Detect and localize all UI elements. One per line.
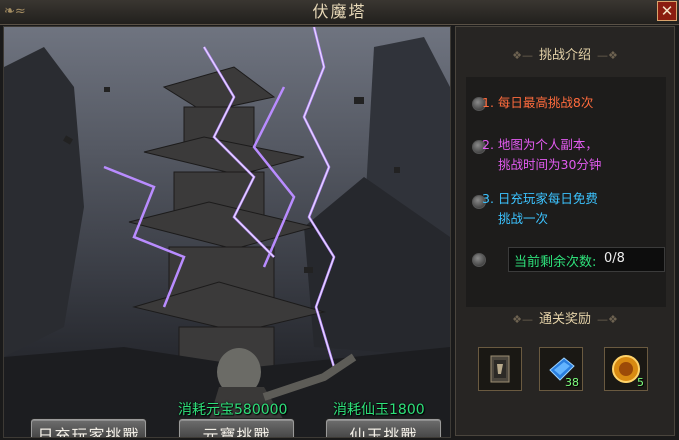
window-title: 伏魔塔 — [312, 2, 367, 21]
reward-section-title: ❖— 通关奖励 —❖ — [456, 310, 674, 330]
intro-section-title: ❖— 挑战介绍 —❖ — [456, 46, 674, 66]
remaining-label: 当前剩余次数: — [514, 255, 597, 270]
rule-3-line1: 3. 日充玩家每日免费 — [482, 191, 598, 206]
xianyu-challenge-button[interactable]: 仙玉挑戰 — [326, 419, 441, 437]
bullet-icon — [472, 253, 486, 267]
reward-slot-2[interactable]: 38 — [539, 347, 583, 391]
yuanbao-challenge-button[interactable]: 元寶挑戰 — [179, 419, 294, 437]
fumota-window: ❧≈ 伏魔塔 ✕ 消耗元宝580000 消耗仙玉1800 日充玩家挑戰 元寶挑戰… — [0, 0, 679, 440]
reward-3-count: 5 — [637, 376, 644, 389]
reward-2-count: 38 — [565, 376, 579, 389]
rule-3-line2: 挑战一次 — [498, 211, 549, 226]
scroll-item-icon — [490, 355, 510, 383]
ornament-icon: —❖ — [597, 49, 618, 62]
reward-slot-1[interactable] — [478, 347, 522, 391]
reward-title-text: 通关奖励 — [538, 312, 591, 327]
intro-title-text: 挑战介绍 — [538, 48, 591, 63]
rule-2-line1: 2. 地图为个人副本， — [482, 137, 598, 152]
tower-scene-art: 消耗元宝580000 消耗仙玉1800 日充玩家挑戰 元寶挑戰 仙玉挑戰 — [3, 26, 451, 438]
remaining-value: 0/8 — [604, 251, 625, 266]
tower-illustration — [4, 27, 450, 437]
rule-3: 3. 日充玩家每日免费 挑战一次 — [482, 189, 598, 229]
rule-2-line2: 挑战时间为30分钟 — [498, 157, 602, 172]
info-panel: ❖— 挑战介绍 —❖ 1. 每日最高挑战8次 2. 地图为个人副本， 挑战时间为30… — [455, 26, 675, 436]
xianyu-cost-label: 消耗仙玉1800 — [333, 402, 425, 418]
recharge-challenge-button[interactable]: 日充玩家挑戰 — [31, 419, 146, 437]
ornament-icon: ❖— — [512, 313, 533, 326]
title-bar: ❧≈ 伏魔塔 ✕ — [0, 0, 679, 25]
rule-1-line1: 1. 每日最高挑战8次 — [482, 95, 594, 110]
rule-1: 1. 每日最高挑战8次 — [482, 93, 593, 113]
ornament-icon: —❖ — [597, 313, 618, 326]
close-button[interactable]: ✕ — [657, 1, 677, 21]
rule-list: 1. 每日最高挑战8次 2. 地图为个人副本， 挑战时间为30分钟 3. 日充玩… — [466, 77, 666, 307]
rule-2: 2. 地图为个人副本， 挑战时间为30分钟 — [482, 135, 601, 175]
reward-slot-3[interactable]: 5 — [604, 347, 648, 391]
yuanbao-cost-label: 消耗元宝580000 — [178, 402, 288, 418]
ornament-icon: ❖— — [512, 49, 533, 62]
